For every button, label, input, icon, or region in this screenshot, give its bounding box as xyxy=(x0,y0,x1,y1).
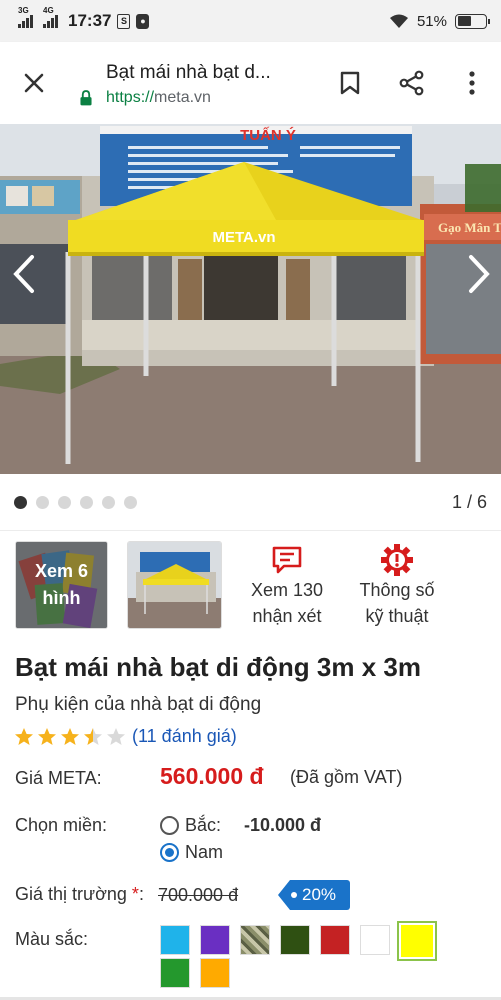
discount-badge: 20% xyxy=(278,880,350,910)
next-image-button[interactable] xyxy=(457,244,501,304)
tech-specs-label: Thông số kỹ thuật xyxy=(359,580,435,626)
tent-brand-text: META.vn xyxy=(212,229,275,246)
color-swatch[interactable] xyxy=(200,925,230,955)
color-swatch[interactable] xyxy=(240,925,270,955)
view-all-images-button[interactable]: Xem 6 hình xyxy=(15,541,108,629)
prev-image-button[interactable] xyxy=(2,244,46,304)
vat-note: (Đã gồm VAT) xyxy=(290,767,403,787)
rating-count-link[interactable]: (11 đánh giá) xyxy=(132,726,237,747)
pagination-dot[interactable] xyxy=(58,495,71,509)
signal-icon-2: 4G xyxy=(43,6,58,28)
browser-toolbar: Bạt mái nhà bạt d... https://meta.vn xyxy=(0,42,501,124)
star-icon xyxy=(107,727,125,745)
color-swatch[interactable] xyxy=(360,925,390,955)
signal-icon-1: 3G xyxy=(18,6,33,28)
market-colon: : xyxy=(138,884,144,904)
region-label: Chọn miền: xyxy=(15,815,108,835)
required-asterisk: * xyxy=(131,884,139,904)
market-price: 700.000 đ xyxy=(158,885,239,905)
pagination-dot[interactable] xyxy=(36,495,49,509)
rating-row[interactable]: (11 đánh giá) xyxy=(14,726,237,747)
region-north-radio[interactable]: Bắc: xyxy=(160,815,221,836)
url-host: meta.vn xyxy=(154,88,211,106)
region-north-label: Bắc: xyxy=(185,815,222,835)
bookmark-button[interactable] xyxy=(319,42,381,124)
region-south-label: Nam xyxy=(185,842,224,862)
network-type-1: 3G xyxy=(18,6,29,15)
thumbnail-strip: Xem 6 hình Xem 130 nhận xét Thông số kỹ … xyxy=(0,530,501,640)
star-icon xyxy=(15,727,33,745)
gear-icon xyxy=(381,544,413,576)
color-swatch[interactable] xyxy=(160,925,190,955)
network-type-2: 4G xyxy=(43,6,54,15)
rating-stars xyxy=(14,727,126,747)
status-bar: 3G 4G 17:37 S ● 51% xyxy=(0,0,501,42)
colors-label: Màu sắc: xyxy=(15,929,89,949)
pagination-dot[interactable] xyxy=(14,495,27,509)
price-label: Giá META: xyxy=(15,768,102,788)
star-icon xyxy=(38,727,56,745)
thumbnail-image-1[interactable] xyxy=(127,541,222,629)
product-price: 560.000 đ xyxy=(160,763,264,789)
radio-circle xyxy=(160,816,179,835)
battery-icon xyxy=(455,13,490,29)
view-reviews-button[interactable]: Xem 130 nhận xét xyxy=(227,543,347,629)
close-icon xyxy=(24,73,44,93)
chevron-right-icon xyxy=(469,255,490,293)
lock-icon xyxy=(80,89,92,105)
svg-text:Gạo Mân Tố: Gạo Mân Tố xyxy=(438,220,501,235)
star-icon xyxy=(84,727,102,745)
battery-percent: 51% xyxy=(416,12,447,30)
banner-text: TUẤN Ý xyxy=(240,126,296,144)
product-title: Bạt mái nhà bạt di động 3m x 3m xyxy=(15,652,421,682)
share-icon xyxy=(399,70,424,96)
close-button[interactable] xyxy=(0,42,68,124)
view-all-images-label: Xem 6 hình xyxy=(16,542,107,628)
share-button[interactable] xyxy=(381,42,443,124)
pagination-dot[interactable] xyxy=(124,495,137,509)
market-price-text: Giá thị trường xyxy=(15,884,127,904)
page-title: Bạt mái nhà bạt d... xyxy=(106,61,271,83)
region-south-radio[interactable]: Nam xyxy=(160,842,223,863)
view-reviews-label: Xem 130 nhận xét xyxy=(250,580,324,626)
chevron-left-icon xyxy=(13,255,34,293)
wifi-icon xyxy=(389,14,408,28)
clock: 17:37 xyxy=(68,11,112,30)
menu-button[interactable] xyxy=(443,42,501,124)
more-vert-icon xyxy=(469,71,475,95)
star-icon xyxy=(61,727,79,745)
pagination-dot[interactable] xyxy=(80,495,93,509)
sim-icon: S xyxy=(117,13,131,29)
color-swatch[interactable] xyxy=(160,958,190,988)
product-photo: TUẤN Ý Gạo Mân Tố META.vn xyxy=(0,124,501,474)
mic-icon: ● xyxy=(136,13,150,29)
image-counter: 1 / 6 xyxy=(451,491,487,512)
comment-icon xyxy=(272,546,302,574)
color-swatch[interactable] xyxy=(280,925,310,955)
gallery-pagination: 1 / 6 xyxy=(0,474,501,530)
color-swatch[interactable] xyxy=(320,925,350,955)
color-swatch[interactable] xyxy=(200,958,230,988)
color-swatch[interactable] xyxy=(397,921,437,961)
bookmark-icon xyxy=(340,71,360,95)
tech-specs-button[interactable]: Thông số kỹ thuật xyxy=(337,543,457,629)
url-area[interactable]: Bạt mái nhà bạt d... https://meta.vn xyxy=(68,60,319,107)
radio-circle-selected xyxy=(160,843,179,862)
region-north-diff: -10.000 đ xyxy=(244,815,322,835)
pagination-dot[interactable] xyxy=(102,495,115,509)
product-image-gallery[interactable]: TUẤN Ý Gạo Mân Tố META.vn xyxy=(0,124,501,474)
market-price-label: Giá thị trường *: xyxy=(15,884,144,905)
product-category-link[interactable]: Phụ kiện của nhà bạt di động xyxy=(15,694,261,716)
thumbnail-photo xyxy=(128,542,221,628)
url-scheme: https:// xyxy=(106,88,155,106)
